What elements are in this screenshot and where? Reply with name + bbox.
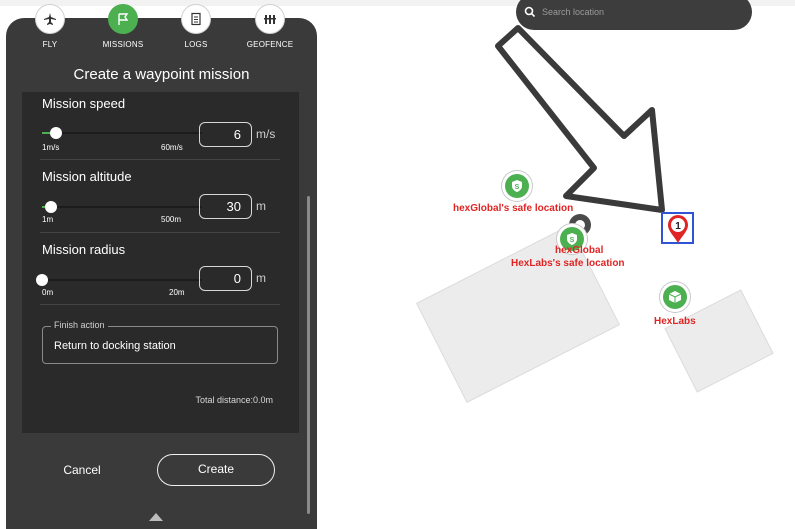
nav-missions[interactable]: MISSIONS xyxy=(93,4,153,49)
divider xyxy=(40,159,280,160)
total-distance: Total distance:0.0m xyxy=(195,395,273,405)
search-placeholder: Search location xyxy=(542,7,605,17)
hexglobal-label: hexGlobal xyxy=(555,245,604,256)
mission-altitude-max: 500m xyxy=(161,215,182,224)
divider xyxy=(40,304,280,305)
nav-fly-label: FLY xyxy=(42,40,58,49)
finish-action-legend: Finish action xyxy=(51,320,108,330)
cancel-button[interactable]: Cancel xyxy=(40,457,124,483)
fence-icon xyxy=(264,15,276,24)
mission-altitude-min: 1m xyxy=(42,215,54,224)
svg-text:1: 1 xyxy=(675,221,681,232)
nav-fly-button[interactable] xyxy=(35,4,65,34)
mission-radius-label: Mission radius xyxy=(42,242,126,257)
mission-speed-slider-thumb[interactable] xyxy=(49,127,62,139)
mission-speed-input[interactable]: 6 xyxy=(199,122,252,147)
mission-radius-min: 0m xyxy=(42,288,54,297)
mission-settings: Mission speed 1m/s 60m/s 6 m/s Mission a… xyxy=(22,92,299,433)
hexglobal-safe-location-label: hexGlobal's safe location xyxy=(453,203,574,214)
finish-action-value: Return to docking station xyxy=(54,340,176,352)
hexglobal-safe-location-marker[interactable]: S xyxy=(502,171,532,201)
hexlabs-safe-location-label: HexLabs's safe location xyxy=(511,258,625,269)
document-icon xyxy=(191,12,201,26)
mission-radius-slider[interactable] xyxy=(36,274,202,286)
search-icon xyxy=(524,6,536,18)
mission-altitude-slider-thumb[interactable] xyxy=(45,201,58,213)
finish-action-select[interactable]: Finish action Return to docking station xyxy=(42,320,278,364)
mission-altitude-slider[interactable] xyxy=(42,201,202,213)
shield-icon: S xyxy=(512,180,522,192)
nav-logs[interactable]: LOGS xyxy=(166,4,226,49)
svg-text:S: S xyxy=(515,184,520,191)
flag-icon xyxy=(118,13,129,25)
mission-speed-max: 60m/s xyxy=(161,143,183,152)
hexlabs-label: HexLabs xyxy=(654,316,696,327)
nav-fly[interactable]: FLY xyxy=(20,4,80,49)
nav-missions-button[interactable] xyxy=(108,4,138,34)
airplane-icon xyxy=(44,13,56,25)
mission-radius-max: 20m xyxy=(169,288,185,297)
nav-geofence-label: GEOFENCE xyxy=(246,40,294,49)
mission-speed-unit: m/s xyxy=(256,127,276,141)
divider xyxy=(40,232,280,233)
mission-altitude-label: Mission altitude xyxy=(42,169,132,184)
panel-title: Create a waypoint mission xyxy=(73,66,250,83)
waypoint-pin-icon[interactable]: 1 xyxy=(664,213,692,245)
nav-logs-label: LOGS xyxy=(184,40,208,49)
nav-logs-button[interactable] xyxy=(181,4,211,34)
mission-radius-input[interactable]: 0 xyxy=(199,266,252,291)
mission-speed-min: 1m/s xyxy=(42,143,60,152)
cube-icon xyxy=(668,291,682,303)
mission-radius-unit: m xyxy=(256,271,266,285)
nav-geofence-button[interactable] xyxy=(255,4,285,34)
mission-speed-label: Mission speed xyxy=(42,96,126,111)
shield-icon: S xyxy=(567,233,577,245)
top-nav: FLY MISSIONS LOGS GEOFENCE xyxy=(0,0,320,60)
mission-altitude-unit: m xyxy=(256,199,266,213)
panel-scrollbar[interactable] xyxy=(307,196,310,514)
create-button[interactable]: Create xyxy=(157,454,275,486)
collapse-arrow-icon[interactable] xyxy=(149,513,163,521)
mission-speed-slider[interactable] xyxy=(42,127,202,139)
svg-text:S: S xyxy=(570,237,575,244)
nav-geofence[interactable]: GEOFENCE xyxy=(240,4,300,49)
mission-radius-slider-thumb[interactable] xyxy=(36,274,48,286)
mission-altitude-input[interactable]: 30 xyxy=(199,194,252,219)
hexlabs-marker[interactable] xyxy=(660,282,690,312)
nav-missions-label: MISSIONS xyxy=(102,40,144,49)
